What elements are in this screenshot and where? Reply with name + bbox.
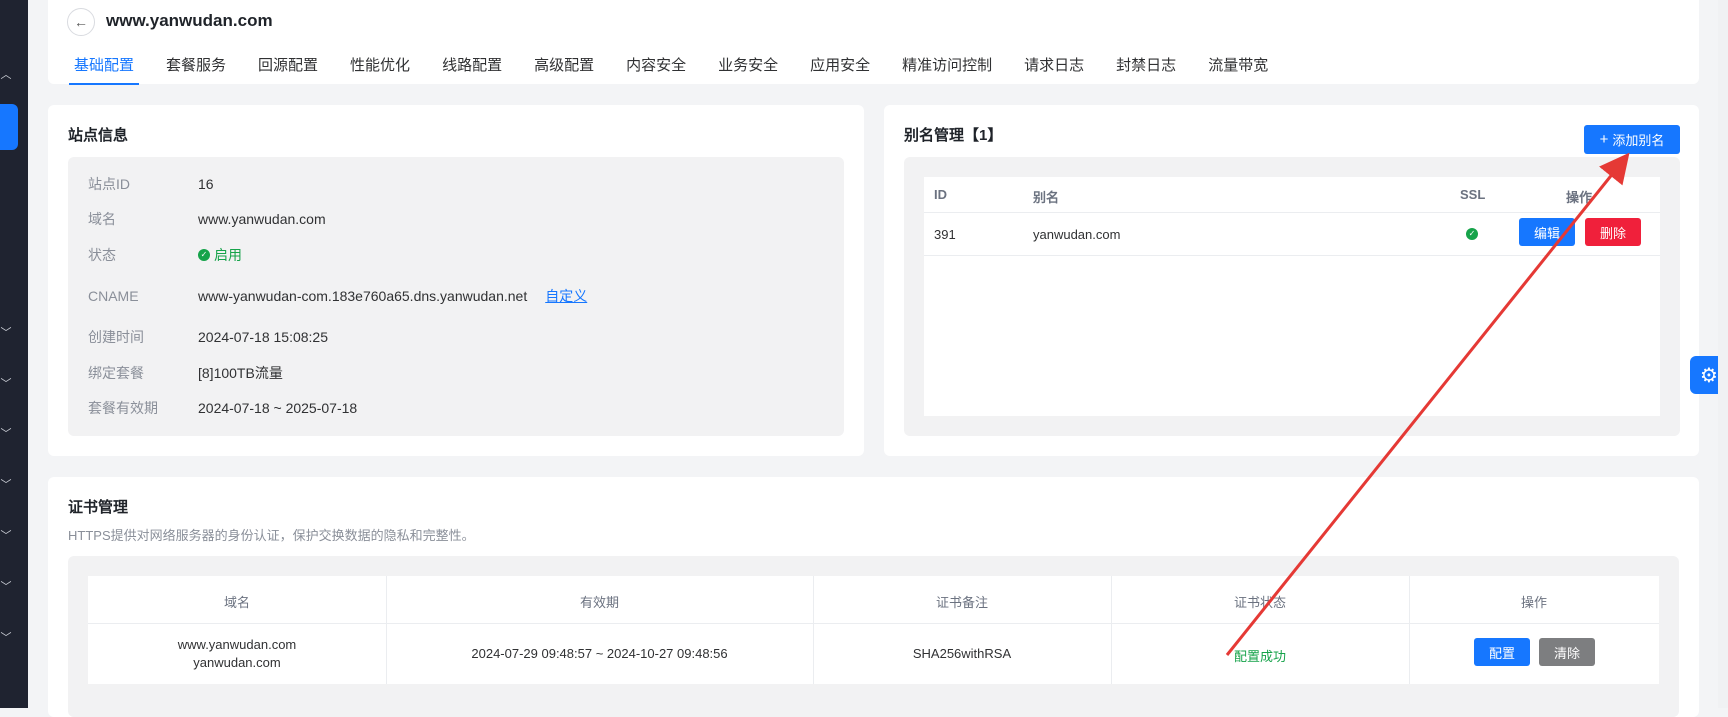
tab-line[interactable]: 线路配置	[442, 54, 502, 83]
sidebar-active-item[interactable]	[0, 104, 18, 150]
delete-alias-button[interactable]: 删除	[1585, 218, 1641, 246]
column-header: 操作	[1520, 595, 1547, 610]
tab-bar: 基础配置 套餐服务 回源配置 性能优化 线路配置 高级配置 内容安全 业务安全 …	[68, 54, 1300, 85]
tab-origin[interactable]: 回源配置	[258, 54, 318, 83]
cert-description: HTTPS提供对网络服务器的身份认证，保护交换数据的隐私和完整性。	[68, 528, 475, 543]
status-text: 启用	[214, 247, 242, 263]
gear-icon: ⚙	[1700, 364, 1718, 387]
cert-validity: 2024-07-29 09:48:57 ~ 2024-10-27 09:48:5…	[471, 646, 728, 661]
site-info-card: 站点信息 站点ID 16 域名 www.yanwudan.com 状态 ✓ 启用 …	[48, 105, 864, 456]
info-value: www.yanwudan.com	[198, 211, 326, 227]
tab-business-security[interactable]: 业务安全	[718, 54, 778, 83]
cert-domain: www.yanwudan.com	[177, 637, 297, 652]
back-button[interactable]: ←	[67, 8, 95, 36]
column-header: 别名	[1033, 190, 1060, 205]
cert-clear-button[interactable]: 清除	[1539, 638, 1595, 666]
divider	[1409, 576, 1410, 684]
ssl-check-icon: ✓	[1466, 228, 1478, 240]
cname-custom-link[interactable]: 自定义	[545, 286, 587, 306]
check-circle-icon: ✓	[198, 249, 210, 261]
info-label: 域名	[88, 211, 116, 227]
info-value: 2024-07-18 15:08:25	[198, 329, 328, 345]
cert-status: 配置成功	[1233, 649, 1286, 664]
scrollbar[interactable]	[1718, 0, 1728, 708]
divider	[813, 576, 814, 684]
info-row-cname: CNAME www-yanwudan-com.183e760a65.dns.ya…	[88, 286, 587, 306]
info-row-domain: 域名 www.yanwudan.com	[88, 209, 326, 229]
alias-title: 别名管理【1】	[904, 127, 1003, 144]
alias-name: yanwudan.com	[1033, 227, 1121, 242]
column-header: 证书备注	[935, 595, 988, 610]
alias-table: ID 别名 SSL 操作 391 yanwudan.com ✓ 编辑 删除	[924, 177, 1660, 416]
arrow-left-icon: ←	[74, 14, 88, 30]
info-row-validity: 套餐有效期 2024-07-18 ~ 2025-07-18	[88, 398, 357, 418]
tab-basic[interactable]: 基础配置	[68, 54, 140, 85]
info-label: 站点ID	[88, 176, 130, 192]
alias-card: 别名管理【1】 + 添加别名 ID 别名 SSL 操作 391 yanwudan.…	[884, 105, 1699, 456]
column-header: 域名	[223, 595, 250, 610]
page-title: www.yanwudan.com	[106, 11, 273, 30]
cert-title: 证书管理	[68, 499, 129, 516]
site-header: ← www.yanwudan.com 基础配置 套餐服务 回源配置 性能优化 线…	[48, 0, 1699, 85]
plus-icon: +	[1599, 131, 1609, 148]
site-info-title: 站点信息	[68, 127, 129, 144]
chevron-up-icon[interactable]: ︿	[0, 66, 12, 82]
tab-content-security[interactable]: 内容安全	[626, 54, 686, 83]
site-info-panel: 站点ID 16 域名 www.yanwudan.com 状态 ✓ 启用 CNAME…	[68, 157, 844, 436]
tab-bandwidth[interactable]: 流量带宽	[1208, 54, 1268, 83]
divider	[1111, 576, 1112, 684]
info-value: 16	[198, 176, 214, 192]
divider	[88, 623, 1659, 624]
cert-config-button[interactable]: 配置	[1474, 638, 1530, 666]
tab-ban-log[interactable]: 封禁日志	[1116, 54, 1176, 83]
alias-id: 391	[934, 227, 956, 242]
chevron-down-icon[interactable]: ﹀	[0, 324, 12, 340]
column-header: 操作	[1566, 190, 1593, 205]
tab-app-security[interactable]: 应用安全	[810, 54, 870, 83]
chevron-down-icon[interactable]: ﹀	[0, 425, 12, 441]
info-label: CNAME	[88, 288, 139, 304]
chevron-down-icon[interactable]: ﹀	[0, 375, 12, 391]
tab-performance[interactable]: 性能优化	[350, 54, 410, 83]
column-header: SSL	[1460, 187, 1486, 202]
tab-advanced[interactable]: 高级配置	[534, 54, 594, 83]
tab-access-control[interactable]: 精准访问控制	[902, 54, 992, 83]
info-value: [8]100TB流量	[198, 365, 283, 381]
cert-panel: 域名 有效期 证书备注 证书状态 操作 www.yanwudan.com yan…	[68, 556, 1679, 717]
info-row-status: 状态 ✓ 启用	[88, 245, 242, 265]
sidebar: ︿ ﹀ ﹀ ﹀ ﹀ ﹀ ﹀ ﹀	[0, 0, 28, 708]
info-label: 绑定套餐	[88, 365, 144, 381]
chevron-down-icon[interactable]: ﹀	[0, 578, 12, 594]
cert-card: 证书管理 HTTPS提供对网络服务器的身份认证，保护交换数据的隐私和完整性。 域…	[48, 477, 1699, 717]
status-badge: ✓ 启用	[198, 245, 242, 265]
info-label: 创建时间	[88, 329, 144, 345]
add-alias-button[interactable]: + 添加别名	[1584, 125, 1680, 154]
info-label: 状态	[88, 247, 116, 263]
divider	[386, 576, 387, 684]
info-row-id: 站点ID 16	[88, 174, 214, 194]
column-header: ID	[934, 187, 947, 202]
info-value: www-yanwudan-com.183e760a65.dns.yanwudan…	[198, 288, 528, 304]
divider	[924, 212, 1660, 213]
chevron-down-icon[interactable]: ﹀	[0, 629, 12, 645]
chevron-down-icon[interactable]: ﹀	[0, 527, 12, 543]
cert-note: SHA256withRSA	[912, 646, 1012, 661]
column-header: 有效期	[579, 595, 619, 610]
chevron-down-icon[interactable]: ﹀	[0, 476, 12, 492]
alias-panel: ID 别名 SSL 操作 391 yanwudan.com ✓ 编辑 删除	[904, 157, 1680, 436]
tab-request-log[interactable]: 请求日志	[1024, 54, 1084, 83]
column-header: 证书状态	[1233, 595, 1286, 610]
edit-alias-button[interactable]: 编辑	[1519, 218, 1575, 246]
info-label: 套餐有效期	[88, 400, 158, 416]
cert-domain: yanwudan.com	[193, 655, 281, 670]
tab-package[interactable]: 套餐服务	[166, 54, 226, 83]
cert-table: 域名 有效期 证书备注 证书状态 操作 www.yanwudan.com yan…	[88, 576, 1659, 684]
divider	[924, 255, 1660, 256]
add-alias-label: 添加别名	[1612, 133, 1665, 148]
info-row-created: 创建时间 2024-07-18 15:08:25	[88, 327, 328, 347]
info-row-package: 绑定套餐 [8]100TB流量	[88, 363, 283, 383]
info-value: 2024-07-18 ~ 2025-07-18	[198, 400, 358, 416]
